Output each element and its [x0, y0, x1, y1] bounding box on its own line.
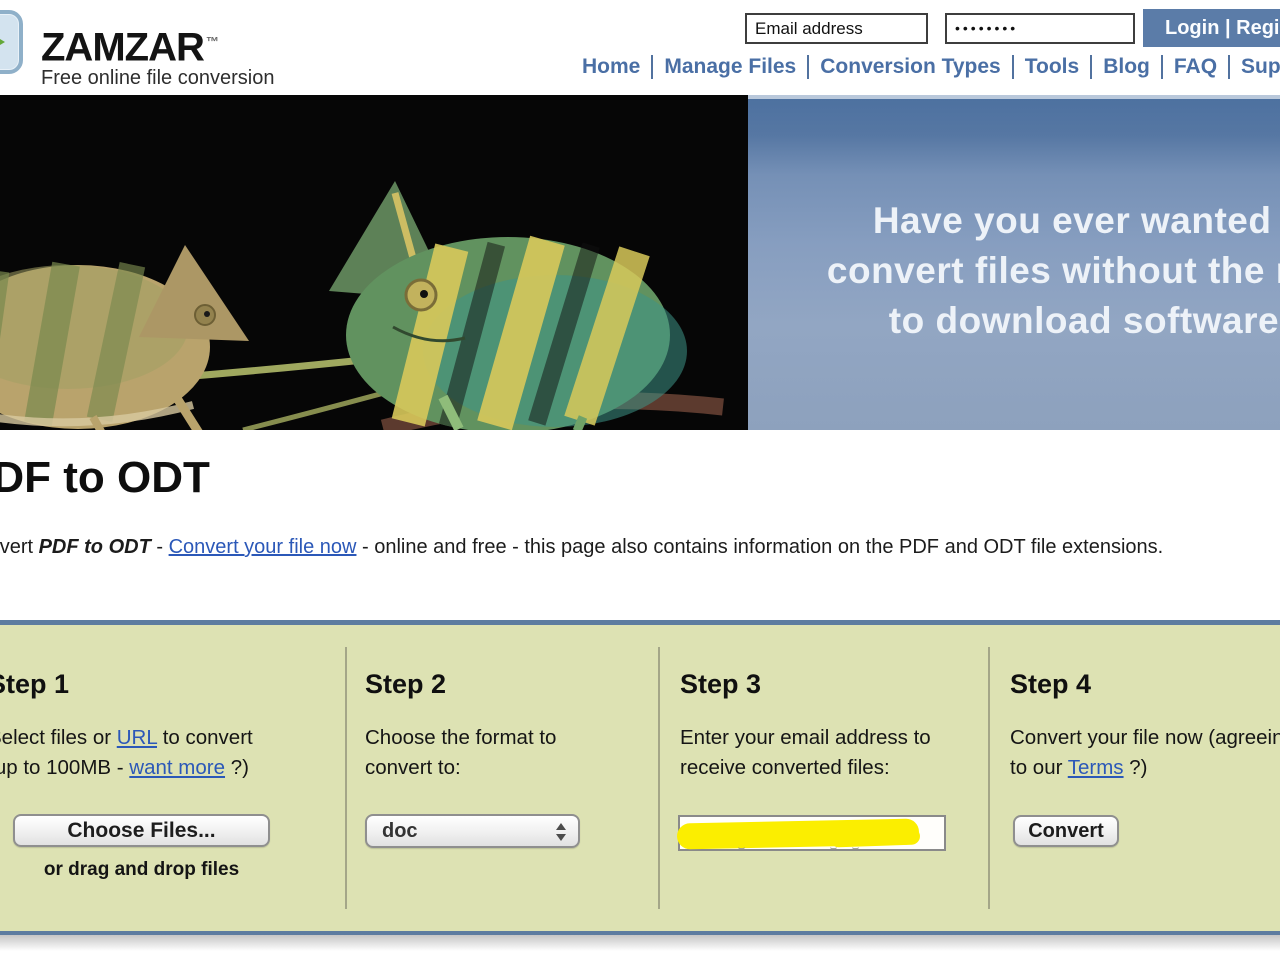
panel-shadow: [0, 935, 1280, 951]
nav-item-support[interactable]: Support: [1230, 55, 1280, 79]
lead-pre: Convert: [0, 536, 39, 558]
lead-bold: PDF to ODT: [39, 536, 151, 558]
hero-headline: Have you ever wanted to convert files wi…: [748, 196, 1280, 346]
logo-trademark: ™: [206, 34, 219, 49]
page-title: PDF to ODT: [0, 453, 210, 503]
zamzar-logo[interactable]: ZAMZAR™ Free online file conversion: [0, 10, 377, 88]
logo-title-text: ZAMZAR: [41, 25, 204, 69]
step-divider: [658, 647, 660, 909]
step1-text: Select files or: [0, 726, 117, 749]
logo-tagline: Free online file conversion: [41, 67, 274, 90]
login-register-button[interactable]: Login | Register: [1143, 9, 1280, 47]
step1-title: Step 1: [0, 669, 348, 700]
step2-text: convert to:: [365, 756, 461, 779]
nav-item-tools[interactable]: Tools: [1014, 55, 1090, 79]
drag-drop-note: or drag and drop files: [13, 859, 270, 881]
hero-line-2: convert files without the need: [748, 246, 1280, 296]
nav-item-conversion-types[interactable]: Conversion Types: [809, 55, 1012, 79]
step1-text: (up to 100MB -: [0, 756, 129, 779]
nav-item-blog[interactable]: Blog: [1092, 55, 1161, 79]
format-select-value: doc: [382, 820, 418, 842]
nav-item-faq[interactable]: FAQ: [1163, 55, 1228, 79]
choose-files-button[interactable]: Choose Files...: [13, 814, 270, 847]
lead-rest: - online and free - this page also conta…: [356, 536, 1163, 558]
step4-text: ?): [1124, 756, 1148, 779]
email-login-input[interactable]: Email address: [745, 13, 928, 44]
convert-button[interactable]: Convert: [1013, 815, 1119, 847]
step2-description: Choose the format to convert to:: [365, 723, 645, 783]
step3-description: Enter your email address to receive conv…: [680, 723, 995, 783]
step4-title: Step 4: [1010, 669, 1280, 700]
step4-text: Convert your file now (agreeing: [1010, 726, 1280, 749]
conversion-steps-panel: Step 1 Select files or URL to convert (u…: [0, 620, 1280, 935]
browser-viewport: ZAMZAR™ Free online file conversion Emai…: [0, 0, 1280, 960]
lead-sep: -: [151, 536, 169, 558]
main-nav: Home Manage Files Conversion Types Tools…: [571, 55, 1280, 79]
step2-title: Step 2: [365, 669, 645, 700]
zamzar-page: ZAMZAR™ Free online file conversion Emai…: [0, 0, 1280, 960]
nav-item-home[interactable]: Home: [571, 55, 651, 79]
convert-your-file-now-link[interactable]: Convert your file now: [169, 536, 357, 558]
email-descender-mark: [830, 844, 837, 850]
terms-link[interactable]: Terms: [1068, 756, 1124, 779]
intro-lead: Convert PDF to ODT - Convert your file n…: [0, 536, 1163, 559]
select-stepper-icon: [556, 822, 566, 842]
converted-files-email-input[interactable]: [678, 815, 946, 851]
step1-text: to convert: [157, 726, 253, 749]
step3-text: Enter your email address to: [680, 726, 931, 749]
logo-title: ZAMZAR™: [41, 20, 219, 69]
chameleon-photo: [0, 95, 748, 430]
format-select[interactable]: doc: [365, 814, 580, 848]
email-descender-mark: [738, 844, 745, 850]
want-more-link[interactable]: want more: [129, 756, 225, 779]
url-link[interactable]: URL: [117, 726, 157, 749]
step2-text: Choose the format to: [365, 726, 556, 749]
site-header: ZAMZAR™ Free online file conversion Emai…: [0, 0, 1280, 95]
chameleon-illustration: [0, 95, 748, 430]
hero-ad-panel: Have you ever wanted to convert files wi…: [748, 95, 1280, 430]
step4-text: to our: [1010, 756, 1068, 779]
hero-line-3: to download software?: [748, 296, 1280, 346]
step1-text: ?): [225, 756, 249, 779]
step3-text: receive converted files:: [680, 756, 890, 779]
redaction-highlight: [830, 827, 921, 847]
step3-title: Step 3: [680, 669, 995, 700]
hero-line-1: Have you ever wanted to: [748, 196, 1280, 246]
step1-description: Select files or URL to convert (up to 10…: [0, 723, 348, 783]
password-input[interactable]: ••••••••: [945, 13, 1135, 44]
email-descender-mark: [852, 844, 859, 850]
step4-description: Convert your file now (agreeing to our T…: [1010, 723, 1280, 783]
hero-banner: Have you ever wanted to convert files wi…: [0, 95, 1280, 430]
nav-item-manage-files[interactable]: Manage Files: [653, 55, 807, 79]
zamzar-arrow-icon: [0, 10, 23, 74]
